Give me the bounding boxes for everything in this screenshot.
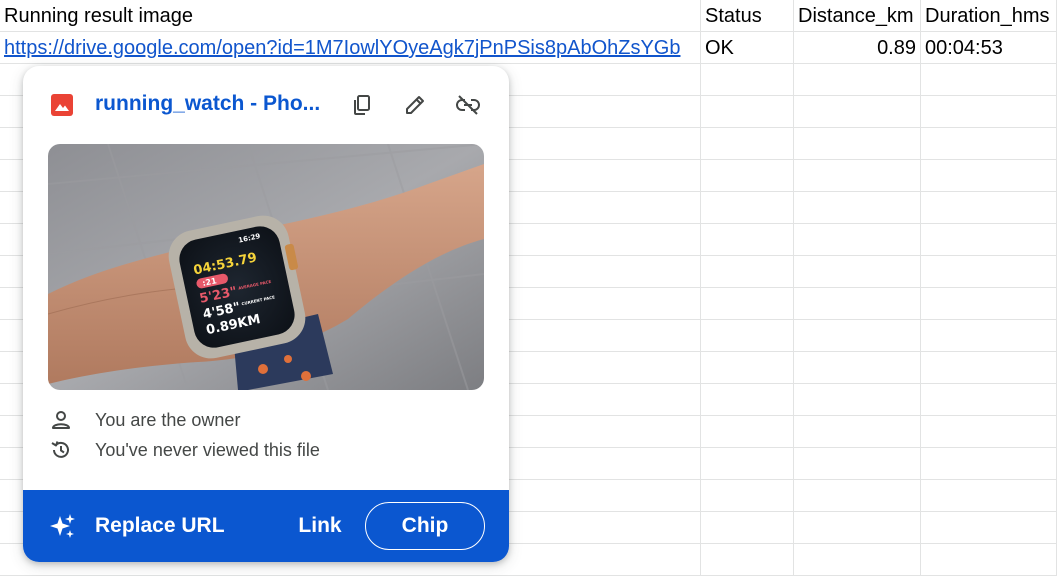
header-cell-status[interactable]: Status bbox=[701, 0, 794, 32]
sparkle-icon bbox=[50, 514, 75, 538]
header-cell-running-result-image[interactable]: Running result image bbox=[0, 0, 701, 32]
empty-cell[interactable] bbox=[701, 320, 794, 352]
empty-cell[interactable] bbox=[701, 448, 794, 480]
empty-cell[interactable] bbox=[701, 512, 794, 544]
empty-cell[interactable] bbox=[794, 256, 921, 288]
empty-cell[interactable] bbox=[921, 544, 1057, 576]
empty-cell[interactable] bbox=[701, 352, 794, 384]
empty-cell[interactable] bbox=[794, 192, 921, 224]
empty-cell[interactable] bbox=[701, 224, 794, 256]
owner-text: You are the owner bbox=[95, 410, 241, 430]
empty-cell[interactable] bbox=[921, 384, 1057, 416]
empty-cell[interactable] bbox=[921, 352, 1057, 384]
empty-cell[interactable] bbox=[701, 256, 794, 288]
empty-cell[interactable] bbox=[921, 480, 1057, 512]
empty-cell[interactable] bbox=[701, 384, 794, 416]
empty-cell[interactable] bbox=[921, 128, 1057, 160]
empty-cell[interactable] bbox=[794, 384, 921, 416]
status-cell[interactable]: OK bbox=[701, 32, 794, 64]
image-url-cell[interactable]: https://drive.google.com/open?id=1M7Iowl… bbox=[0, 32, 701, 64]
empty-cell[interactable] bbox=[921, 512, 1057, 544]
header-row: Running result image Status Distance_km … bbox=[0, 0, 1057, 32]
empty-cell[interactable] bbox=[794, 352, 921, 384]
empty-cell[interactable] bbox=[921, 256, 1057, 288]
viewed-text: You've never viewed this file bbox=[95, 440, 320, 460]
replace-url-button[interactable]: Replace URL bbox=[39, 502, 239, 550]
empty-cell[interactable] bbox=[921, 192, 1057, 224]
file-title-link[interactable]: running_watch - Pho... bbox=[95, 90, 320, 118]
unlink-icon bbox=[456, 95, 480, 115]
remove-link-button[interactable] bbox=[451, 88, 485, 122]
distance-cell[interactable]: 0.89 bbox=[794, 32, 921, 64]
popup-header: running_watch - Pho... bbox=[23, 84, 509, 124]
spreadsheet-grid: Running result image Status Distance_km … bbox=[0, 0, 1057, 576]
replace-url-label: Replace URL bbox=[95, 514, 225, 537]
running-watch-photo: 16:29 04:53.79 :21 5'23" AVERAGE PACE 4'… bbox=[48, 144, 484, 390]
owner-info-row: You are the owner bbox=[23, 405, 509, 435]
popup-footer: Replace URL Link Chip bbox=[23, 490, 509, 562]
empty-cell[interactable] bbox=[794, 160, 921, 192]
empty-cell[interactable] bbox=[794, 512, 921, 544]
empty-cell[interactable] bbox=[794, 416, 921, 448]
empty-cell[interactable] bbox=[794, 480, 921, 512]
data-row: https://drive.google.com/open?id=1M7Iowl… bbox=[0, 32, 1057, 64]
empty-cell[interactable] bbox=[921, 224, 1057, 256]
empty-cell[interactable] bbox=[794, 224, 921, 256]
empty-cell[interactable] bbox=[701, 544, 794, 576]
empty-cell[interactable] bbox=[921, 416, 1057, 448]
image-file-icon bbox=[51, 94, 73, 116]
empty-cell[interactable] bbox=[701, 192, 794, 224]
empty-cell[interactable] bbox=[794, 288, 921, 320]
empty-cell[interactable] bbox=[921, 64, 1057, 96]
empty-cell[interactable] bbox=[921, 448, 1057, 480]
viewed-info-row: You've never viewed this file bbox=[23, 435, 509, 465]
empty-cell[interactable] bbox=[701, 416, 794, 448]
person-icon bbox=[52, 411, 70, 429]
empty-cell[interactable] bbox=[921, 288, 1057, 320]
empty-cell[interactable] bbox=[794, 64, 921, 96]
empty-cell[interactable] bbox=[701, 288, 794, 320]
empty-cell[interactable] bbox=[794, 544, 921, 576]
header-cell-duration[interactable]: Duration_hms bbox=[921, 0, 1057, 32]
empty-cell[interactable] bbox=[701, 480, 794, 512]
history-icon bbox=[51, 441, 69, 458]
empty-cell[interactable] bbox=[701, 96, 794, 128]
duration-cell[interactable]: 00:04:53 bbox=[921, 32, 1057, 64]
image-preview[interactable]: 16:29 04:53.79 :21 5'23" AVERAGE PACE 4'… bbox=[48, 144, 484, 390]
empty-cell[interactable] bbox=[921, 96, 1057, 128]
empty-cell[interactable] bbox=[701, 160, 794, 192]
edit-link-button[interactable] bbox=[398, 88, 432, 122]
empty-cell[interactable] bbox=[794, 320, 921, 352]
empty-cell[interactable] bbox=[794, 96, 921, 128]
header-cell-distance[interactable]: Distance_km bbox=[794, 0, 921, 32]
empty-cell[interactable] bbox=[921, 320, 1057, 352]
pencil-icon bbox=[406, 96, 424, 114]
link-preview-popup: running_watch - Pho... 16:29 04:53.79:2… bbox=[23, 66, 509, 562]
empty-cell[interactable] bbox=[701, 64, 794, 96]
empty-cell[interactable] bbox=[794, 448, 921, 480]
copy-icon bbox=[354, 95, 370, 115]
copy-link-button[interactable] bbox=[345, 88, 379, 122]
empty-cell[interactable] bbox=[921, 160, 1057, 192]
chip-button[interactable]: Chip bbox=[365, 502, 485, 550]
link-button[interactable]: Link bbox=[285, 502, 355, 550]
empty-cell[interactable] bbox=[794, 128, 921, 160]
empty-cell[interactable] bbox=[701, 128, 794, 160]
